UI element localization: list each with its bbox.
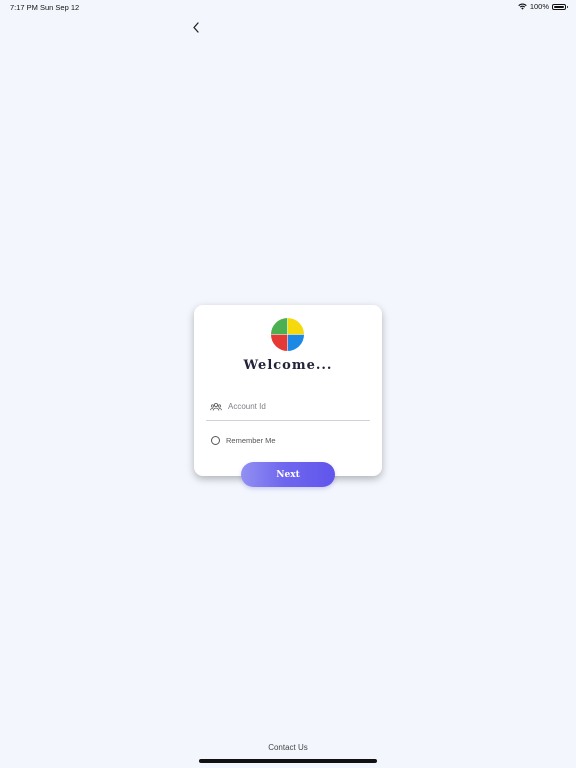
app-logo (270, 317, 305, 352)
battery-percent: 100% (529, 2, 549, 11)
welcome-title: Welcome... (243, 358, 333, 373)
remember-me-label: Remember Me (226, 435, 276, 445)
status-time: 7:17 PM (10, 3, 38, 12)
battery-icon (552, 3, 568, 10)
remember-me-toggle[interactable]: Remember Me (211, 434, 276, 446)
status-date: Sun Sep 12 (40, 3, 80, 12)
wifi-icon (518, 3, 527, 10)
status-bar: 7:17 PM Sun Sep 12 100% (0, 0, 576, 14)
status-right: 100% (518, 2, 568, 11)
login-card: Welcome... Remember Me (194, 305, 382, 476)
back-button[interactable] (189, 19, 203, 35)
chevron-left-icon (193, 21, 199, 33)
users-icon (210, 402, 222, 411)
account-id-field[interactable] (206, 397, 370, 421)
remember-me-radio[interactable] (211, 435, 220, 445)
account-id-input[interactable] (228, 398, 368, 414)
contact-us-link[interactable]: Contact Us (0, 743, 576, 752)
home-indicator (199, 759, 377, 763)
next-button[interactable]: Next (241, 462, 335, 487)
